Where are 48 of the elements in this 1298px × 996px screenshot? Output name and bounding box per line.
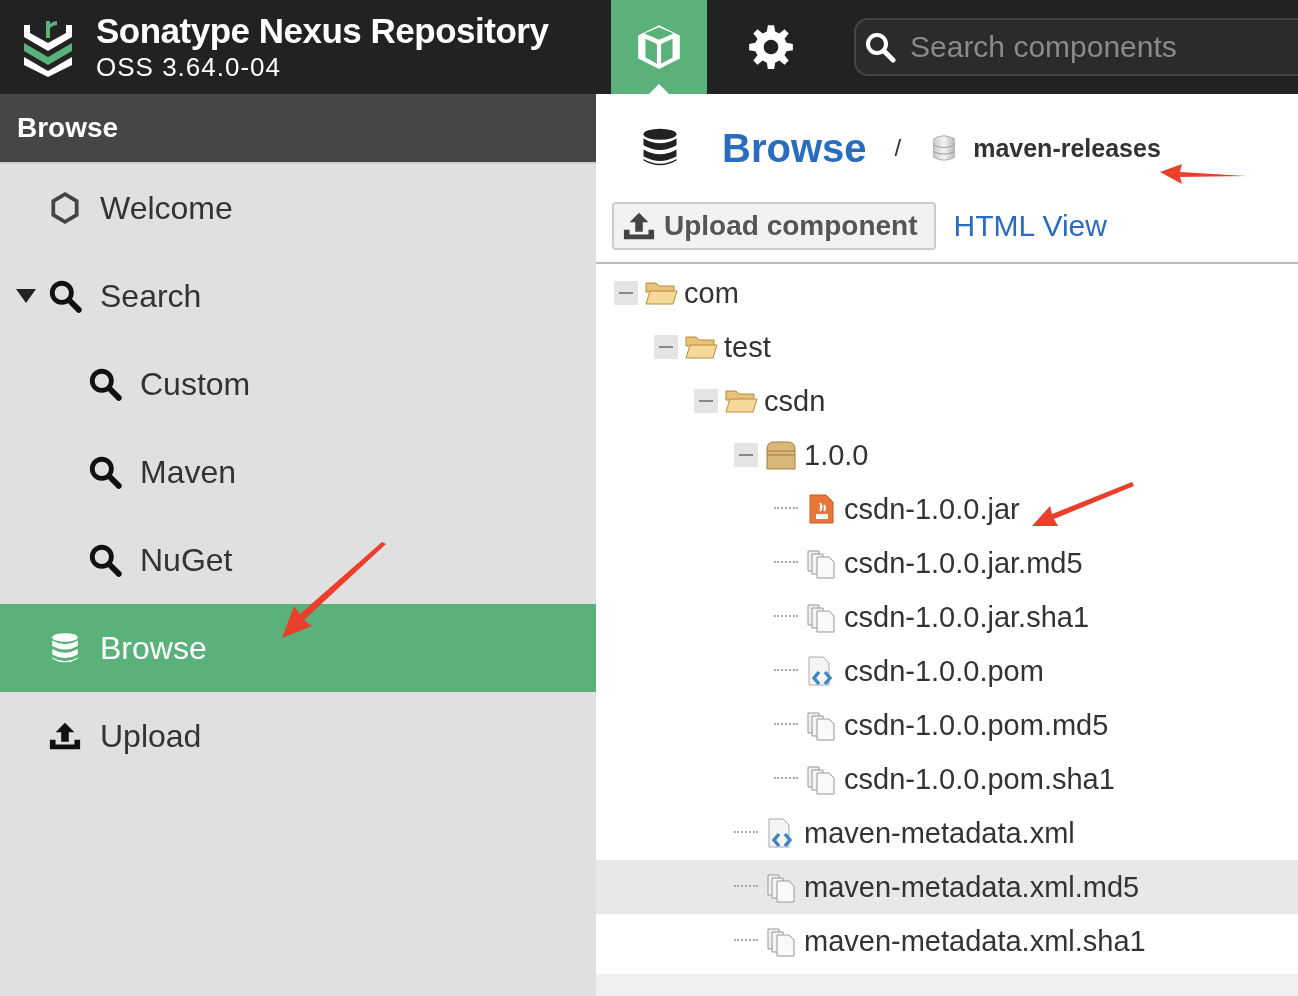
files-icon — [804, 547, 838, 579]
html-view-link[interactable]: HTML View — [953, 209, 1107, 243]
hexagon-icon — [48, 191, 82, 225]
sidebar-item[interactable]: Welcome — [0, 164, 596, 252]
breadcrumb-separator: / — [894, 134, 902, 162]
tree-row[interactable]: maven-metadata.xml — [596, 806, 1298, 860]
collapse-toggle-icon[interactable] — [734, 443, 758, 467]
app-title: Sonatype Nexus Repository — [96, 11, 549, 51]
sidebar-item[interactable]: Maven — [0, 428, 596, 516]
tree-row[interactable]: 1.0.0 — [596, 428, 1298, 482]
tree-row[interactable]: maven-metadata.xml.sha1 — [596, 914, 1298, 968]
tree-row[interactable]: csdn-1.0.0.pom.md5 — [596, 698, 1298, 752]
tree-row[interactable]: com — [596, 266, 1298, 320]
tree-row[interactable]: test — [596, 320, 1298, 374]
tree-row[interactable]: csdn-1.0.0.pom.sha1 — [596, 752, 1298, 806]
sidebar-item[interactable]: Search — [0, 252, 596, 340]
tree-row[interactable]: maven-metadata.xml.md5 — [596, 860, 1298, 914]
sidebar-item[interactable]: Upload — [0, 692, 596, 780]
files-icon — [804, 763, 838, 795]
search-icon — [864, 31, 896, 63]
sidebar-item[interactable]: Custom — [0, 340, 596, 428]
files-icon — [804, 709, 838, 741]
app-version: OSS 3.64.0-04 — [96, 51, 282, 83]
tree-row[interactable]: csdn — [596, 374, 1298, 428]
search-icon — [88, 543, 122, 577]
tree-row[interactable]: csdn-1.0.0.jar — [596, 482, 1298, 536]
search-field[interactable]: Search components — [854, 18, 1298, 76]
search-icon — [48, 279, 82, 313]
box-icon — [764, 439, 798, 471]
search-icon — [88, 367, 122, 401]
tab-pointer — [649, 84, 670, 94]
collapse-toggle-icon[interactable] — [654, 335, 678, 359]
upload-icon — [622, 210, 656, 242]
sidebar-item[interactable]: NuGet — [0, 516, 596, 604]
files-icon — [764, 871, 798, 903]
repository-name: maven-releases — [973, 133, 1161, 163]
collapse-toggle-icon[interactable] — [614, 281, 638, 305]
tree-row[interactable]: csdn-1.0.0.jar.sha1 — [596, 590, 1298, 644]
collapse-toggle-icon[interactable] — [694, 389, 718, 413]
upload-component-button[interactable]: Upload component — [612, 202, 936, 250]
tree-row[interactable]: csdn-1.0.0.jar.md5 — [596, 536, 1298, 590]
files-icon — [764, 925, 798, 957]
breadcrumb-link[interactable]: Browse — [722, 125, 867, 171]
files-icon — [804, 601, 838, 633]
tree-row[interactable]: csdn-1.0.0.pom — [596, 644, 1298, 698]
expand-triangle-icon — [16, 289, 36, 303]
search-icon — [88, 455, 122, 489]
sidebar-header: Browse — [0, 94, 596, 164]
